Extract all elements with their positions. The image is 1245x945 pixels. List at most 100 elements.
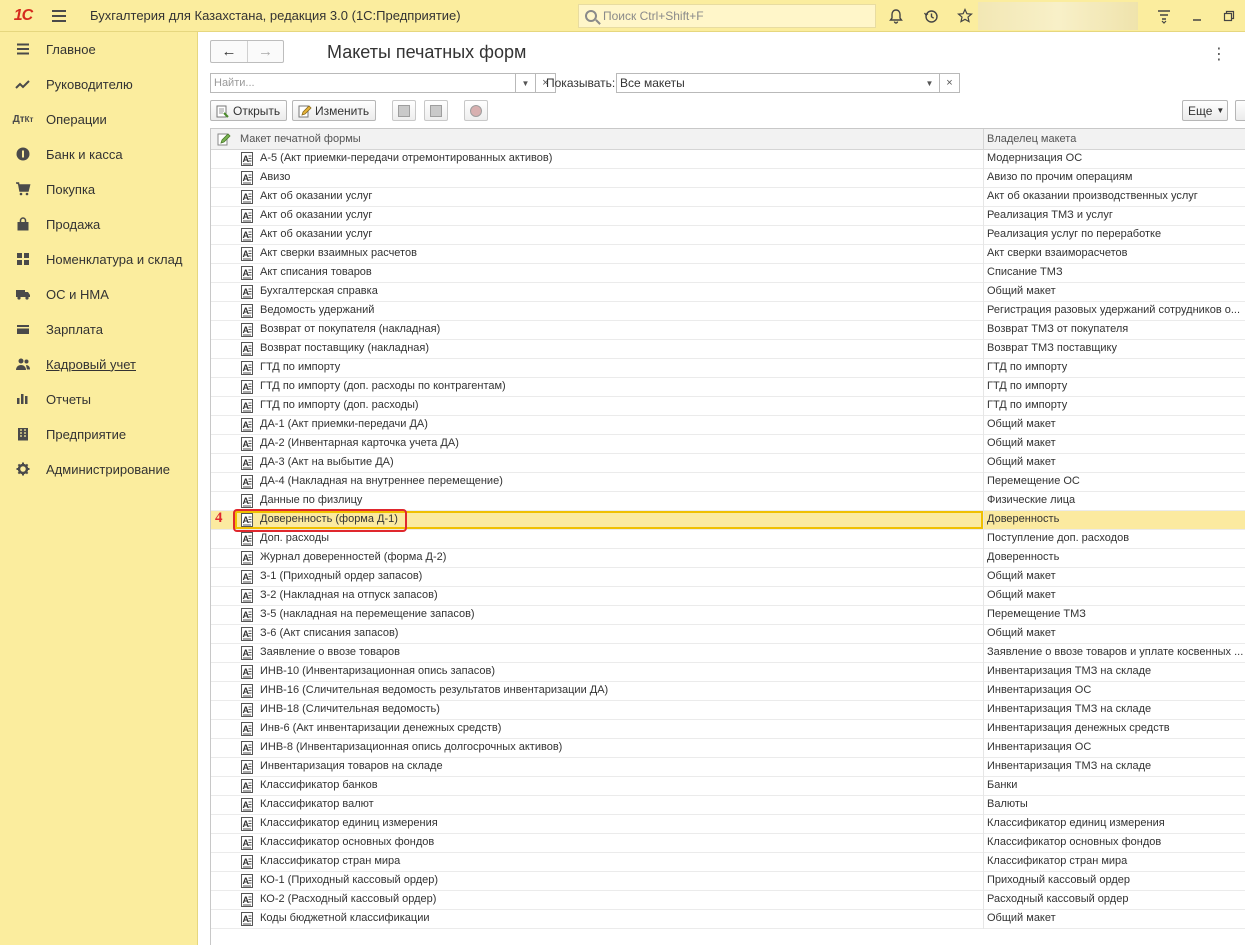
template-owner-cell: Перемещение ОС <box>987 475 1080 487</box>
column-header-template[interactable]: Макет печатной формы <box>240 133 361 145</box>
minimize-icon[interactable] <box>1187 6 1207 26</box>
table-row[interactable]: A Доп. расходы Поступление доп. расходов <box>211 530 1245 549</box>
column-header-owner[interactable]: Владелец макета <box>987 133 1076 145</box>
table-row[interactable]: A З-5 (накладная на перемещение запасов) П… <box>211 606 1245 625</box>
sidebar-item-hr[interactable]: Кадровый учет <box>0 350 198 378</box>
table-row[interactable]: A Классификатор банков Банки <box>211 777 1245 796</box>
table-row[interactable]: A З-1 (Приходный ордер запасов) Общий маке… <box>211 568 1245 587</box>
app-logo[interactable]: 1С <box>0 0 46 32</box>
table-row[interactable]: A Акт сверки взаимных расчетов Акт сверки … <box>211 245 1245 264</box>
table-row[interactable]: A Классификатор валют Валюты <box>211 796 1245 815</box>
global-search-input[interactable]: Поиск Ctrl+Shift+F <box>578 4 876 28</box>
table-row[interactable]: A ИНВ-18 (Сличительная ведомость) Инвентар… <box>211 701 1245 720</box>
main-menu-icon[interactable] <box>46 0 72 32</box>
table-row[interactable]: A ДА-2 (Инвентарная карточка учета ДА) Общ… <box>211 435 1245 454</box>
restore-icon[interactable] <box>1219 6 1239 26</box>
template-doc-icon: A <box>241 760 256 774</box>
sidebar-item-purchase[interactable]: Покупка <box>0 175 198 203</box>
table-row[interactable]: A Бухгалтерская справка Общий макет <box>211 283 1245 302</box>
table-row[interactable]: A Доверенность (форма Д-1) Доверенность 4 <box>211 509 1245 532</box>
table-row[interactable]: A ИНВ-10 (Инвентаризационная опись запасо… <box>211 663 1245 682</box>
column-divider <box>983 777 984 796</box>
table-row[interactable]: A Ведомость удержаний Регистрация разовых … <box>211 302 1245 321</box>
chevron-down-icon[interactable]: ▼ <box>516 73 536 93</box>
sidebar-item-label: Покупка <box>46 181 96 197</box>
table-row[interactable]: A Заявление о ввозе товаров Заявление о вв… <box>211 644 1245 663</box>
cart-icon <box>0 182 46 196</box>
table-row[interactable]: A ГТД по импорту (доп. расходы по контраг… <box>211 378 1245 397</box>
column-divider <box>983 758 984 777</box>
sidebar-item-administration[interactable]: Администрирование <box>0 455 198 483</box>
table-row[interactable]: A ГТД по импорту (доп. расходы) ГТД по имп… <box>211 397 1245 416</box>
sidebar-item-manager[interactable]: Руководителю <box>0 70 198 98</box>
sidebar-item-sales[interactable]: Продажа <box>0 210 198 238</box>
table-row[interactable]: A Авизо Авизо по прочим операциям <box>211 169 1245 188</box>
table-row[interactable]: A КО-2 (Расходный кассовый ордер) Расходны… <box>211 891 1245 910</box>
table-row[interactable]: A Инвентаризация товаров на складе Инвента… <box>211 758 1245 777</box>
sidebar-item-main[interactable]: Главное <box>0 35 198 63</box>
chevron-down-icon[interactable]: ▼ <box>920 73 940 93</box>
edit-column-icon <box>217 132 231 146</box>
sidebar-item-enterprise[interactable]: Предприятие <box>0 420 198 448</box>
table-row[interactable]: A Классификатор основных фондов Классифика… <box>211 834 1245 853</box>
table-body: A А-5 (Акт приемки-передачи отремонтирова… <box>211 150 1245 929</box>
table-row[interactable]: A ДА-4 (Накладная на внутреннее перемещен… <box>211 473 1245 492</box>
table-row[interactable]: A Коды бюджетной классификации Общий макет <box>211 910 1245 929</box>
edit-button[interactable]: Изменить <box>292 100 376 121</box>
table-row[interactable]: A А-5 (Акт приемки-передачи отремонтирова… <box>211 150 1245 169</box>
save-to-file-button[interactable] <box>424 100 448 121</box>
sidebar-item-bank[interactable]: Банк и касса <box>0 140 198 168</box>
show-filter-select[interactable]: Все макеты <box>616 73 928 93</box>
table-row[interactable]: A З-6 (Акт списания запасов) Общий макет <box>211 625 1245 644</box>
load-from-file-button[interactable] <box>392 100 416 121</box>
column-divider <box>983 663 984 682</box>
user-area-blurred[interactable] <box>978 2 1138 30</box>
clear-icon[interactable]: × <box>940 73 960 93</box>
table-row[interactable]: A Акт списания товаров Списание ТМЗ <box>211 264 1245 283</box>
table-row[interactable]: A ДА-3 (Акт на выбытие ДА) Общий макет <box>211 454 1245 473</box>
table-row[interactable]: A Акт об оказании услуг Реализация услуг п… <box>211 226 1245 245</box>
table-row[interactable]: A Акт об оказании услуг Реализация ТМЗ и у… <box>211 207 1245 226</box>
settings-menu-icon[interactable] <box>1154 6 1174 26</box>
template-owner-cell: Заявление о ввозе товаров и уплате косве… <box>987 646 1244 658</box>
bell-icon[interactable] <box>886 6 906 26</box>
table-row[interactable]: A Классификатор стран мира Классификатор с… <box>211 853 1245 872</box>
svg-text:A: A <box>243 420 250 430</box>
table-row[interactable]: A КО-1 (Приходный кассовый ордер) Приходны… <box>211 872 1245 891</box>
template-doc-icon: A <box>241 684 256 698</box>
template-name-cell: З-5 (накладная на перемещение запасов) <box>260 608 475 620</box>
table-row[interactable]: A Инв-6 (Акт инвентаризации денежных сред… <box>211 720 1245 739</box>
template-owner-cell: Общий макет <box>987 437 1056 449</box>
back-arrow-icon[interactable]: ← <box>211 41 247 62</box>
table-row[interactable]: A ИНВ-8 (Инвентаризационная опись долгоср… <box>211 739 1245 758</box>
extra-button[interactable] <box>1235 100 1245 121</box>
menu-lines-icon <box>0 43 46 55</box>
table-row[interactable]: A Журнал доверенностей (форма Д-2) Доверен… <box>211 549 1245 568</box>
table-row[interactable]: A Классификатор единиц измерения Классифик… <box>211 815 1245 834</box>
table-row[interactable]: A ГТД по импорту ГТД по импорту <box>211 359 1245 378</box>
table-row[interactable]: A ДА-1 (Акт приемки-передачи ДА) Общий мак… <box>211 416 1245 435</box>
forward-arrow-icon[interactable]: → <box>247 41 283 62</box>
sidebar-item-operations[interactable]: Дт Кт Операции <box>0 105 198 133</box>
sidebar-item-nomenclature[interactable]: Номенклатура и склад <box>0 245 198 273</box>
table-row[interactable]: A Возврат от покупателя (накладная) Возвра… <box>211 321 1245 340</box>
column-divider[interactable] <box>983 129 984 150</box>
table-row[interactable]: A ИНВ-16 (Сличительная ведомость результа… <box>211 682 1245 701</box>
delete-template-button[interactable] <box>464 100 488 121</box>
star-icon[interactable] <box>955 6 975 26</box>
history-icon[interactable] <box>921 6 941 26</box>
search-input[interactable]: Найти... <box>210 73 516 93</box>
template-owner-cell: Общий макет <box>987 912 1056 924</box>
open-button[interactable]: Открыть <box>210 100 287 121</box>
more-button-label: Еще <box>1188 103 1213 118</box>
more-button[interactable]: Еще ▼ <box>1182 100 1228 121</box>
sidebar-item-reports[interactable]: Отчеты <box>0 385 198 413</box>
dt-kt-icon: Дт Кт <box>12 113 34 125</box>
table-row[interactable]: A З-2 (Накладная на отпуск запасов) Общий … <box>211 587 1245 606</box>
template-name-cell: Акт об оказании услуг <box>260 209 373 221</box>
table-row[interactable]: A Возврат поставщику (накладная) Возврат Т… <box>211 340 1245 359</box>
table-row[interactable]: A Акт об оказании услуг Акт об оказании пр… <box>211 188 1245 207</box>
sidebar-item-salary[interactable]: Зарплата <box>0 315 198 343</box>
more-vertical-icon[interactable]: ⋮ <box>1211 44 1227 64</box>
sidebar-item-fixed-assets[interactable]: ОС и НМА <box>0 280 198 308</box>
